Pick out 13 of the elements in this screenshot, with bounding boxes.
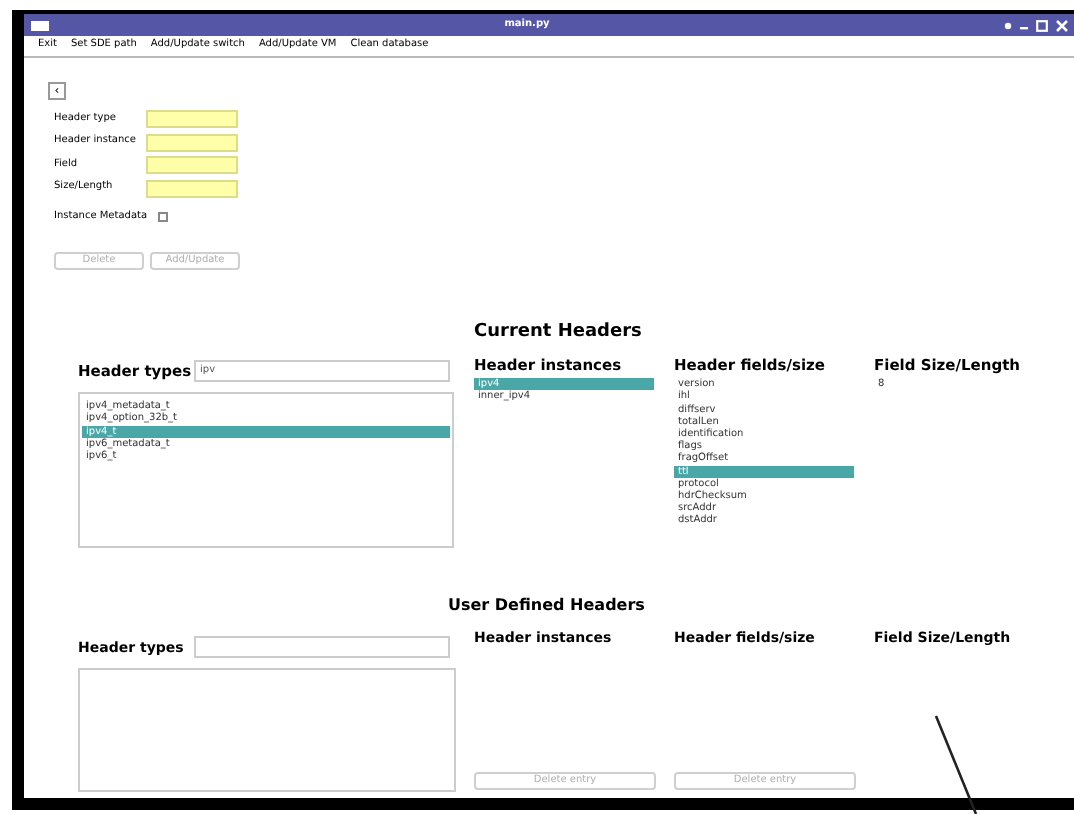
annotation-line [932,712,980,814]
input-field[interactable] [146,110,238,128]
maximize-icon[interactable] [1036,19,1048,31]
input-field[interactable] [146,133,238,151]
checkbox[interactable] [157,212,168,223]
window-icon [30,19,50,31]
close-icon[interactable] [1056,19,1068,31]
search-field[interactable] [194,636,450,659]
pin-icon[interactable] [1004,21,1012,29]
section-title: Current Headers [474,322,642,342]
input-field[interactable] [146,179,238,197]
section-title: User Defined Headers [448,596,645,615]
input-field[interactable] [146,156,238,174]
